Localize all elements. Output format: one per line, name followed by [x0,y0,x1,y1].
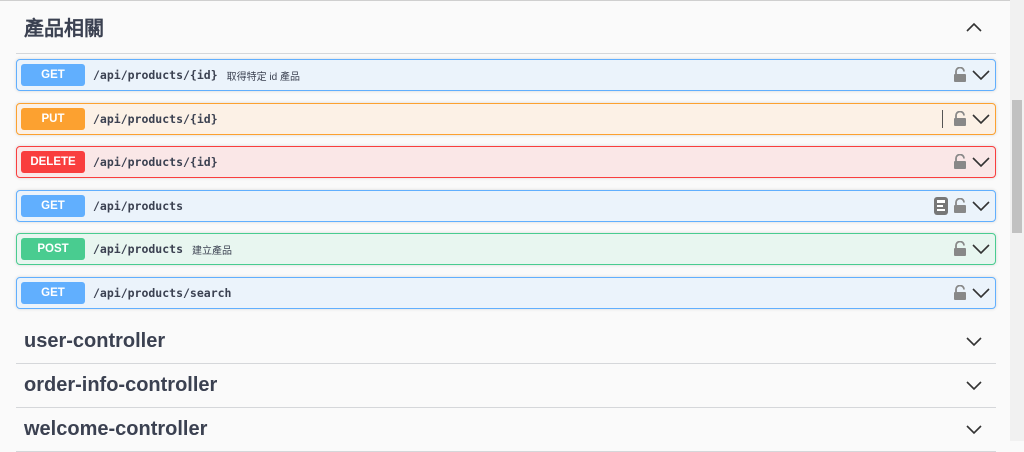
lock-icon[interactable] [953,110,967,127]
tag-title: user-controller [24,330,166,352]
lock-icon[interactable] [953,241,967,257]
lock-icon[interactable] [953,197,967,214]
operation-row-search-products[interactable]: GET /api/products/search [16,276,996,309]
method-badge: GET [21,281,85,304]
operation-summary: 取得特定 id 產品 [226,71,300,83]
chevron-down-icon[interactable] [971,243,991,255]
operation-summary: 建立產品 [192,245,233,257]
method-badge: GET [21,194,85,217]
operation-row-post-product[interactable]: POST /api/products 建立產品 [16,233,996,265]
operation-path: /api/products/{id} [93,111,218,126]
operation-path: /api/products/{id} [93,155,218,169]
tag-title: order-info-controller [24,374,218,396]
text-cursor-divider [942,109,943,128]
operations-list: GET /api/products/{id} 取得特定 id 產品 PUT /a… [16,54,996,309]
chevron-down-icon[interactable] [971,69,991,81]
chevron-down-icon[interactable] [971,287,991,299]
chevron-down-icon[interactable] [971,156,991,168]
tag-section-order-info-controller[interactable]: order-info-controller [16,364,996,408]
operation-path: /api/products/{id} [93,68,218,82]
method-badge: DELETE [21,151,85,173]
chevron-down-icon[interactable] [966,424,982,435]
operation-path: /api/products [93,198,184,213]
operation-path: /api/products/search [93,285,232,300]
tag-section-header-products[interactable]: 產品相關 [16,0,996,54]
operation-row-get-product-by-id[interactable]: GET /api/products/{id} 取得特定 id 產品 [16,59,996,91]
chevron-down-icon[interactable] [971,113,991,125]
chevron-up-icon[interactable] [966,22,982,32]
lock-icon[interactable] [953,67,967,83]
copy-clipboard-icon[interactable] [933,196,949,216]
scrollbar-thumb[interactable] [1012,100,1022,233]
operation-row-delete-product[interactable]: DELETE /api/products/{id} [16,146,996,178]
lock-icon[interactable] [953,154,967,170]
operation-path: /api/products [93,242,184,256]
chevron-down-icon[interactable] [966,380,982,391]
chevron-down-icon[interactable] [971,200,991,212]
method-badge: GET [21,64,85,86]
tag-section-welcome-controller[interactable]: welcome-controller [16,408,996,452]
vertical-scrollbar[interactable] [1010,0,1024,441]
api-docs-page: 產品相關 GET /api/products/{id} 取得特定 id 產品 P… [16,0,996,452]
operation-row-put-product[interactable]: PUT /api/products/{id} [16,102,996,135]
chevron-down-icon[interactable] [966,336,982,347]
lock-icon[interactable] [953,284,967,301]
tag-title: welcome-controller [24,418,208,440]
section-title: 產品相關 [24,18,104,40]
method-badge: PUT [21,107,85,130]
method-badge: POST [21,238,85,260]
tag-section-user-controller[interactable]: user-controller [16,320,996,364]
operation-row-get-products[interactable]: GET /api/products [16,189,996,222]
